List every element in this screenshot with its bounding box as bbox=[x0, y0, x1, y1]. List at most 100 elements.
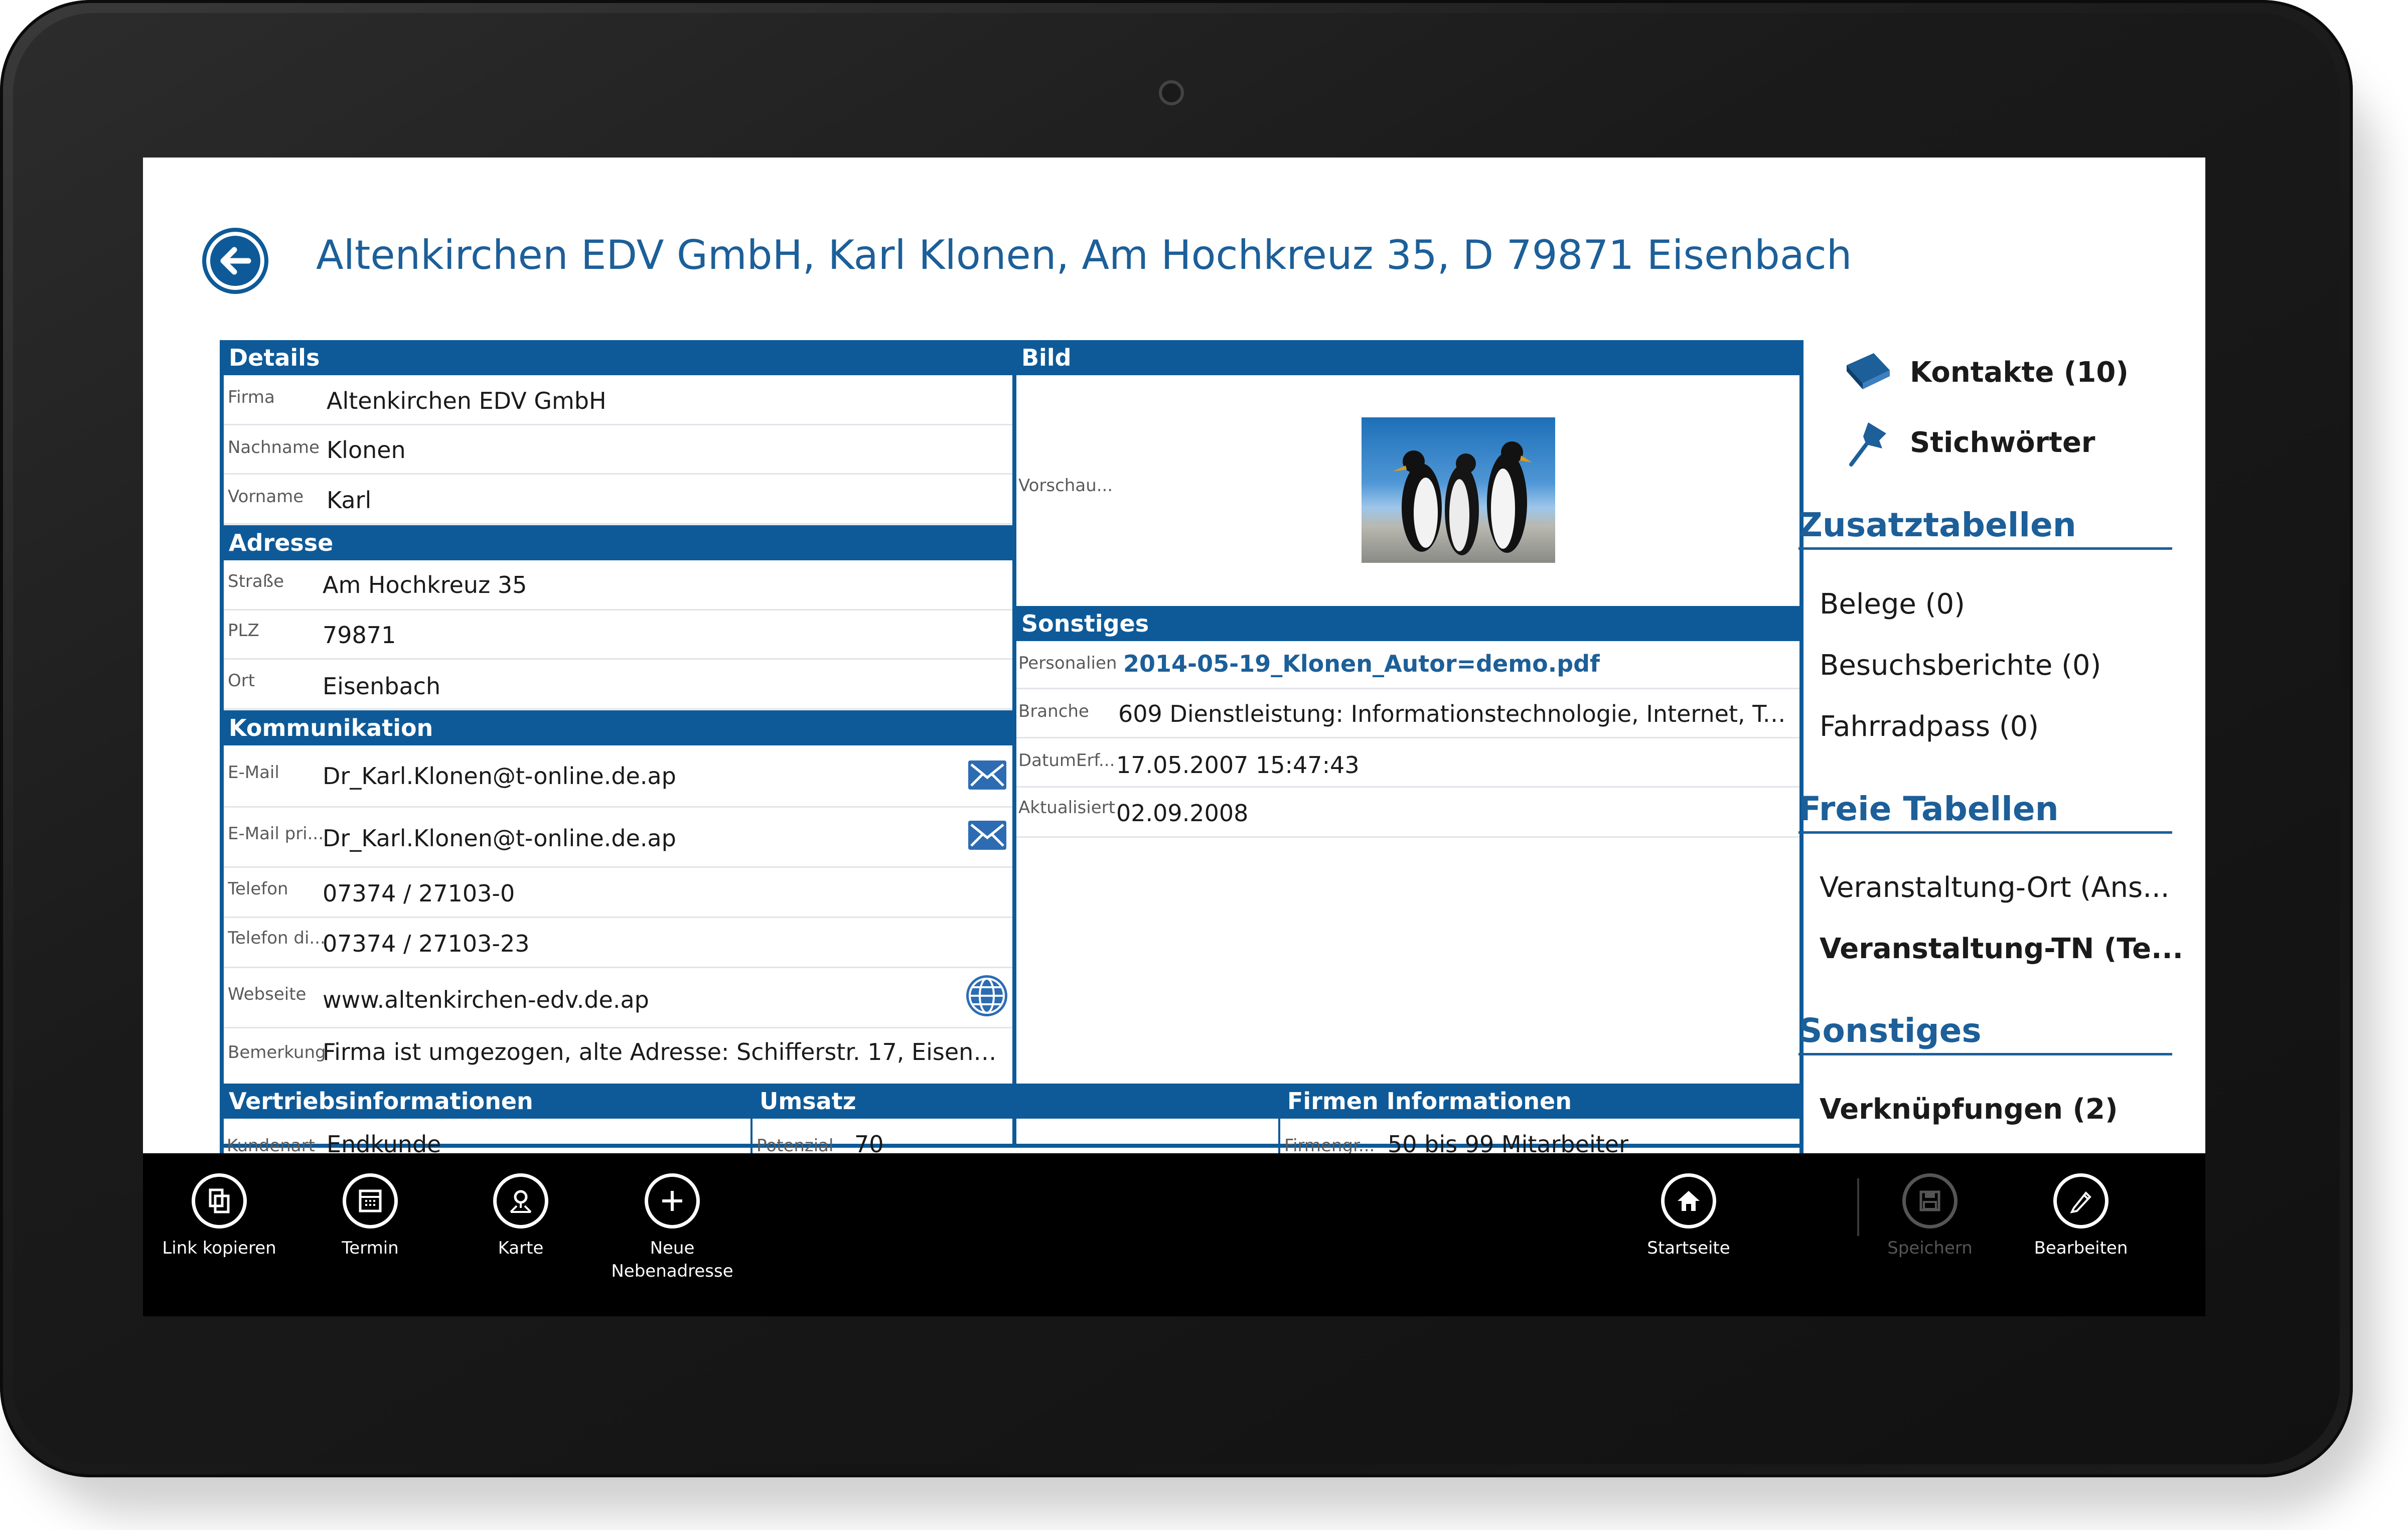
personalien-link[interactable]: 2014-05-19_Klonen_Autor=demo.pdf bbox=[1123, 650, 1600, 677]
startseite-button[interactable]: Startseite bbox=[1623, 1173, 1754, 1309]
speichern-button[interactable]: Speichern bbox=[1865, 1173, 1995, 1309]
penguins-image bbox=[1393, 441, 1532, 555]
field-label: PLZ bbox=[228, 621, 259, 641]
sidebar-item-veranstaltung-tn[interactable]: Veranstaltung-TN (Te... bbox=[1820, 933, 2191, 965]
field-bemerkung[interactable]: Bemerkung Firma ist umgezogen, alte Adre… bbox=[224, 1028, 1013, 1077]
field-label: E-Mail pri... bbox=[228, 824, 324, 844]
sidebar-stichwoerter[interactable]: Stichwörter bbox=[1910, 426, 2205, 459]
field-label: Firmengr... bbox=[1284, 1136, 1375, 1154]
globe-icon[interactable] bbox=[966, 975, 1007, 1016]
sidebar-item-fahrradpass[interactable]: Fahrradpass (0) bbox=[1820, 710, 2191, 743]
field-value: 609 Dienstleistung: Informationstechnolo… bbox=[1118, 700, 1795, 727]
bottom-fields: Kundenart Endkunde Potenzial 70 Firmengr… bbox=[220, 1119, 1803, 1154]
kommunikation-group: E-Mail Dr_Karl.Klonen@t-online.de.ap E-M… bbox=[224, 745, 1013, 1077]
field-value: 07374 / 27103-23 bbox=[323, 930, 530, 957]
field-value: Firma ist umgezogen, alte Adresse: Schif… bbox=[323, 1038, 1010, 1065]
field-label: Webseite bbox=[228, 984, 307, 1004]
field-strasse[interactable]: Straße Am Hochkreuz 35 bbox=[224, 560, 1013, 610]
app-bar-separator bbox=[1857, 1178, 1859, 1236]
sidebar-item-besuchsberichte[interactable]: Besuchsberichte (0) bbox=[1820, 649, 2191, 682]
mail-icon[interactable] bbox=[968, 821, 1006, 850]
field-ort[interactable]: Ort Eisenbach bbox=[224, 660, 1013, 710]
field-label: Branche bbox=[1018, 701, 1089, 721]
section-header-umsatz: Umsatz bbox=[750, 1084, 1278, 1119]
field-potenzial-value[interactable]: 70 bbox=[854, 1131, 884, 1154]
field-label: E-Mail bbox=[228, 762, 279, 783]
plus-icon bbox=[645, 1173, 700, 1229]
field-branche[interactable]: Branche 609 Dienstleistung: Informations… bbox=[1016, 689, 1799, 738]
termin-button[interactable]: Termin bbox=[305, 1173, 435, 1309]
field-value: Am Hochkreuz 35 bbox=[323, 571, 527, 598]
field-plz[interactable]: PLZ 79871 bbox=[224, 610, 1013, 660]
bearbeiten-label: Bearbeiten bbox=[2034, 1238, 2128, 1258]
field-label: Telefon bbox=[228, 879, 288, 899]
sidebar-kontakte[interactable]: Kontakte (10) bbox=[1910, 356, 2205, 389]
field-aktualisiert[interactable]: Aktualisiert 02.09.2008 bbox=[1016, 788, 1799, 838]
field-label: Kundenart bbox=[227, 1136, 315, 1154]
field-firma[interactable]: Firma Altenkirchen EDV GmbH bbox=[224, 375, 1013, 425]
field-value: 17.05.2007 15:47:43 bbox=[1116, 751, 1360, 779]
field-kundenart-value[interactable]: Endkunde bbox=[327, 1131, 441, 1154]
sonstiges-group: Personalien 2014-05-19_Klonen_Autor=demo… bbox=[1016, 641, 1799, 842]
field-personalien[interactable]: Personalien 2014-05-19_Klonen_Autor=demo… bbox=[1016, 641, 1799, 689]
tablet-bezel: Altenkirchen EDV GmbH, Karl Klonen, Am H… bbox=[0, 0, 2353, 1477]
field-label: Vorname bbox=[228, 487, 304, 507]
column-divider bbox=[1278, 1119, 1280, 1154]
field-label: Ort bbox=[228, 671, 255, 691]
field-datum-erfasst[interactable]: DatumErf... 17.05.2007 15:47:43 bbox=[1016, 738, 1799, 788]
karte-button[interactable]: Karte bbox=[456, 1173, 586, 1309]
sidebar-heading-freie-tabellen: Freie Tabellen bbox=[1798, 790, 2172, 834]
neue-nebenadresse-button[interactable]: Neue Nebenadresse bbox=[607, 1173, 737, 1309]
field-value: 02.09.2008 bbox=[1116, 800, 1249, 827]
field-label: Aktualisiert bbox=[1018, 798, 1115, 818]
field-label: Firma bbox=[228, 387, 275, 407]
field-webseite[interactable]: Webseite www.altenkirchen-edv.de.ap bbox=[224, 968, 1013, 1028]
bearbeiten-button[interactable]: Bearbeiten bbox=[2016, 1173, 2146, 1309]
sidebar-item-belege[interactable]: Belege (0) bbox=[1820, 588, 2191, 621]
arrow-left-icon bbox=[220, 247, 251, 275]
field-label: DatumErf... bbox=[1018, 750, 1115, 771]
neue-label-line1: Neue bbox=[650, 1238, 695, 1258]
field-label: Potenzial bbox=[757, 1136, 834, 1154]
field-telefon[interactable]: Telefon 07374 / 27103-0 bbox=[224, 868, 1013, 918]
termin-label: Termin bbox=[342, 1238, 399, 1258]
field-label: Straße bbox=[228, 571, 284, 591]
page-title: Altenkirchen EDV GmbH, Karl Klonen, Am H… bbox=[316, 232, 1852, 278]
sidebar-item-verknuepfungen[interactable]: Verknüpfungen (2) bbox=[1820, 1093, 2191, 1126]
speichern-label: Speichern bbox=[1887, 1238, 1973, 1258]
field-value: Klonen bbox=[327, 436, 406, 464]
field-value: Dr_Karl.Klonen@t-online.de.ap bbox=[323, 762, 676, 790]
neue-nebenadresse-label: Neue Nebenadresse bbox=[607, 1237, 737, 1283]
field-telefon-direkt[interactable]: Telefon di... 07374 / 27103-23 bbox=[224, 918, 1013, 968]
field-value: Eisenbach bbox=[323, 673, 441, 700]
bild-preview-label: Vorschau... bbox=[1018, 476, 1113, 496]
field-email-privat[interactable]: E-Mail pri... Dr_Karl.Klonen@t-online.de… bbox=[224, 808, 1013, 868]
link-kopieren-button[interactable]: Link kopieren bbox=[154, 1173, 284, 1309]
sidebar-item-veranstaltung-ort[interactable]: Veranstaltung-Ort (Ans... bbox=[1820, 871, 2191, 904]
field-email[interactable]: E-Mail Dr_Karl.Klonen@t-online.de.ap bbox=[224, 745, 1013, 808]
section-header-vertrieb: Vertriebsinformationen bbox=[220, 1084, 750, 1119]
field-label: Personalien bbox=[1018, 653, 1117, 673]
screen: Altenkirchen EDV GmbH, Karl Klonen, Am H… bbox=[143, 158, 2205, 1316]
field-vorname[interactable]: Vorname Karl bbox=[224, 475, 1013, 525]
karte-label: Karte bbox=[498, 1238, 544, 1258]
column-divider bbox=[750, 1119, 753, 1154]
preview-image[interactable] bbox=[1362, 417, 1555, 563]
sidebar-heading-zusatztabellen: Zusatztabellen bbox=[1798, 506, 2172, 550]
field-value: 79871 bbox=[323, 622, 396, 649]
back-button[interactable] bbox=[202, 228, 268, 294]
camera-icon bbox=[1159, 80, 1184, 105]
calendar-icon bbox=[343, 1173, 398, 1229]
neue-label-line2: Nebenadresse bbox=[611, 1261, 733, 1281]
field-firmengroesse-value[interactable]: 50 bis 99 Mitarbeiter bbox=[1388, 1131, 1628, 1154]
field-value: 07374 / 27103-0 bbox=[323, 880, 515, 907]
mail-icon[interactable] bbox=[968, 760, 1006, 790]
section-header-bild: Bild bbox=[1012, 340, 1803, 375]
field-value: Karl bbox=[327, 487, 372, 514]
field-nachname[interactable]: Nachname Klonen bbox=[224, 425, 1013, 475]
adresse-group: Straße Am Hochkreuz 35 PLZ 79871 Ort Eis… bbox=[224, 560, 1013, 711]
section-header-firmen: Firmen Informationen bbox=[1278, 1084, 1803, 1119]
field-label: Telefon di... bbox=[228, 928, 326, 948]
map-pin-icon bbox=[493, 1173, 548, 1229]
app-bar: Link kopieren Termin Karte Neue Nebenadre… bbox=[143, 1153, 2205, 1316]
